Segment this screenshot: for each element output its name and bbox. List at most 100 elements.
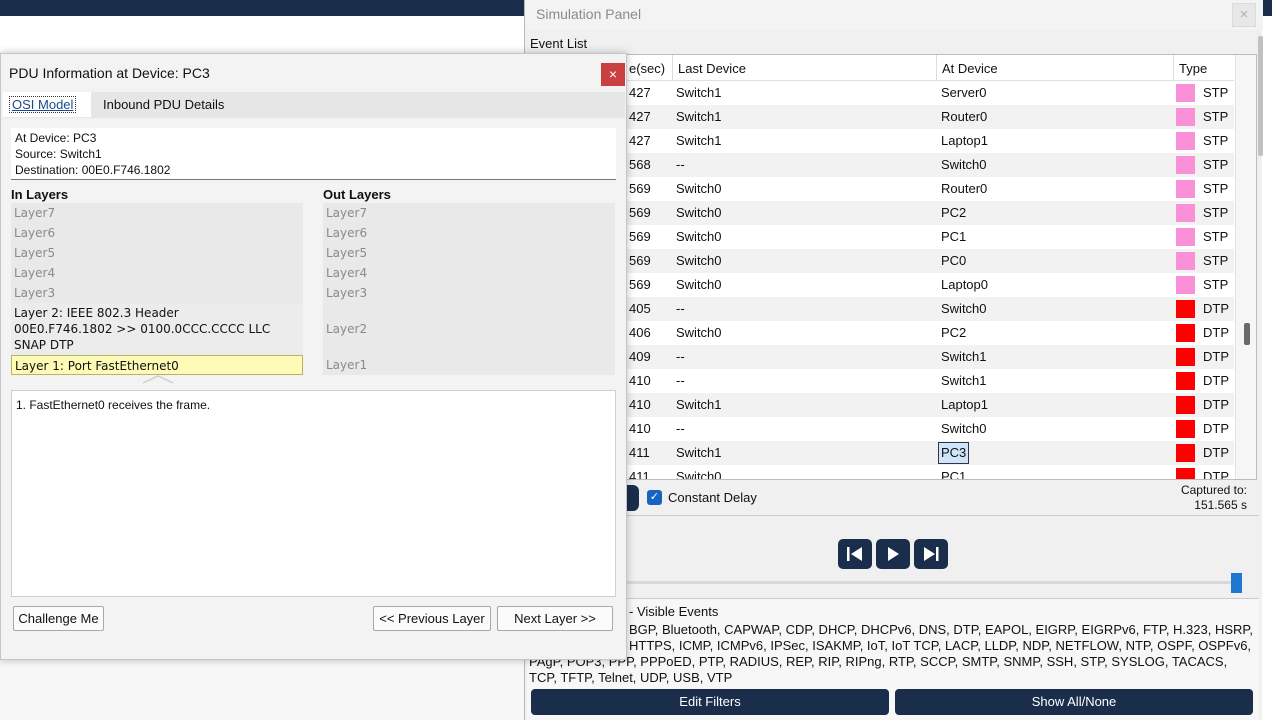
event-type: DTP [1203, 445, 1229, 460]
in-layer-6[interactable]: Layer6 [11, 223, 303, 243]
event-type-color-swatch [1176, 108, 1195, 126]
tab-inbound-pdu-details[interactable]: Inbound PDU Details [97, 92, 230, 117]
event-row[interactable]: 410 Switch1 Laptop1 DTP [528, 393, 1234, 417]
out-layer-3[interactable]: Layer3 [323, 283, 615, 303]
in-layer-5[interactable]: Layer5 [11, 243, 303, 263]
header-time[interactable]: e(sec) [629, 61, 665, 76]
in-layer-3[interactable]: Layer3 [11, 283, 303, 303]
event-last-device: Switch0 [676, 229, 722, 244]
skip-forward-icon [924, 547, 939, 561]
challenge-me-button[interactable]: Challenge Me [13, 606, 104, 631]
event-row[interactable]: 411 Switch1 PC3 DTP [528, 441, 1234, 465]
header-at-device[interactable]: At Device [942, 61, 998, 76]
header-type[interactable]: Type [1179, 61, 1207, 76]
layer-description-text: 1. FastEthernet0 receives the frame. [16, 398, 211, 412]
event-at-device: Switch0 [941, 301, 987, 316]
playback-controls [527, 518, 1259, 596]
options-bar: n ✓ Constant Delay Captured to: 151.565 … [527, 482, 1259, 516]
event-row[interactable]: 405 -- Switch0 DTP [528, 297, 1234, 321]
simulation-panel-title: Simulation Panel [536, 6, 642, 22]
event-row[interactable]: 427 Switch1 Laptop1 STP [528, 129, 1234, 153]
constant-delay-checkbox[interactable]: ✓ [647, 490, 662, 505]
simulation-panel-close-button[interactable]: × [1232, 3, 1256, 27]
play-button[interactable] [876, 539, 910, 569]
next-layer-button[interactable]: Next Layer >> [497, 606, 613, 631]
event-list-label: Event List [530, 36, 588, 51]
event-row[interactable]: 411 Switch0 PC1 DTP [528, 465, 1234, 480]
event-type-color-swatch [1176, 468, 1195, 479]
out-layer-7[interactable]: Layer7 [323, 203, 615, 223]
event-list-scrollbar[interactable] [1235, 55, 1256, 479]
event-last-device: Switch1 [676, 397, 722, 412]
edit-filters-button[interactable]: Edit Filters [531, 689, 889, 715]
event-last-device: Switch1 [676, 85, 722, 100]
layer-description-box: 1. FastEthernet0 receives the frame. [11, 390, 616, 597]
in-layer-1[interactable]: Layer 1: Port FastEthernet0 [11, 355, 303, 375]
event-list-scroll-thumb[interactable] [1244, 323, 1250, 345]
header-last-device[interactable]: Last Device [678, 61, 746, 76]
destination-text: Destination: 00E0.F746.1802 [15, 163, 171, 177]
playback-slider-track[interactable] [627, 581, 1237, 584]
header-separator [672, 55, 673, 81]
event-type: DTP [1203, 373, 1229, 388]
event-last-device: -- [676, 301, 685, 316]
event-row[interactable]: 569 Switch0 Laptop0 STP [528, 273, 1234, 297]
event-row[interactable]: 406 Switch0 PC2 DTP [528, 321, 1234, 345]
event-type-color-swatch [1176, 228, 1195, 246]
event-type: STP [1203, 229, 1229, 244]
constant-delay-label[interactable]: Constant Delay [668, 490, 757, 505]
event-last-device: -- [676, 349, 685, 364]
out-layer-4[interactable]: Layer4 [323, 263, 615, 283]
event-row[interactable]: 410 -- Switch0 DTP [528, 417, 1234, 441]
show-all-none-button[interactable]: Show All/None [895, 689, 1253, 715]
previous-layer-button[interactable]: << Previous Layer [373, 606, 491, 631]
playback-slider-thumb[interactable] [1231, 573, 1242, 593]
out-layer-5[interactable]: Layer5 [323, 243, 615, 263]
out-layer-2[interactable]: Layer2 [323, 303, 615, 355]
event-type: DTP [1203, 421, 1229, 436]
in-layer-2[interactable]: Layer 2: IEEE 802.3 Header 00E0.F746.180… [11, 303, 303, 355]
event-row[interactable]: 427 Switch1 Server0 STP [528, 81, 1234, 105]
event-last-device: Switch1 [676, 133, 722, 148]
event-row[interactable]: 409 -- Switch1 DTP [528, 345, 1234, 369]
out-layer-1[interactable]: Layer1 [323, 355, 615, 375]
in-layers-column: Layer7 Layer6 Layer5 Layer4 Layer3 Layer… [11, 203, 303, 375]
event-row[interactable]: 410 -- Switch1 DTP [528, 369, 1234, 393]
event-row[interactable]: 569 Switch0 PC0 STP [528, 249, 1234, 273]
header-separator [936, 55, 937, 81]
in-layer-2-line: SNAP DTP [14, 338, 74, 352]
event-row[interactable]: 568 -- Switch0 STP [528, 153, 1234, 177]
event-at-device: Switch1 [941, 373, 987, 388]
in-layer-7[interactable]: Layer7 [11, 203, 303, 223]
simulation-panel-titlebar[interactable]: Simulation Panel × [525, 0, 1263, 30]
event-type-color-swatch [1176, 132, 1195, 150]
source-text: Source: Switch1 [15, 147, 102, 161]
event-time: 569 [629, 181, 651, 196]
event-at-device: Router0 [941, 109, 988, 124]
event-type: STP [1203, 253, 1229, 268]
back-button[interactable] [838, 539, 872, 569]
event-row[interactable]: 569 Switch0 PC1 STP [528, 225, 1234, 249]
in-layer-4[interactable]: Layer4 [11, 263, 303, 283]
in-layer-2-line: 00E0.F746.1802 >> 0100.0CCC.CCCC LLC [14, 322, 271, 336]
capture-forward-button[interactable] [914, 539, 948, 569]
event-at-device: PC1 [941, 229, 967, 244]
event-list-table[interactable]: e(sec) Last Device At Device Type 427 Swi… [527, 54, 1257, 480]
event-row[interactable]: 427 Switch1 Router0 STP [528, 105, 1234, 129]
pdu-dialog-close-button[interactable]: × [601, 63, 625, 86]
event-last-device: Switch1 [676, 109, 722, 124]
panel-scrollbar-thumb[interactable] [1258, 36, 1263, 156]
event-at-device[interactable]: PC3 [938, 442, 970, 464]
event-last-device: Switch0 [676, 277, 722, 292]
tab-osi-model[interactable]: OSI Model [3, 92, 91, 117]
event-row[interactable]: 569 Switch0 PC2 STP [528, 201, 1234, 225]
event-at-device: Laptop0 [941, 277, 988, 292]
event-row[interactable]: 569 Switch0 Router0 STP [528, 177, 1234, 201]
event-time: 568 [629, 157, 651, 172]
header-separator [1173, 55, 1174, 81]
out-layer-6[interactable]: Layer6 [323, 223, 615, 243]
event-at-device: PC1 [941, 469, 967, 480]
out-layers-title: Out Layers [323, 187, 391, 202]
event-time: 569 [629, 229, 651, 244]
event-type: STP [1203, 133, 1229, 148]
